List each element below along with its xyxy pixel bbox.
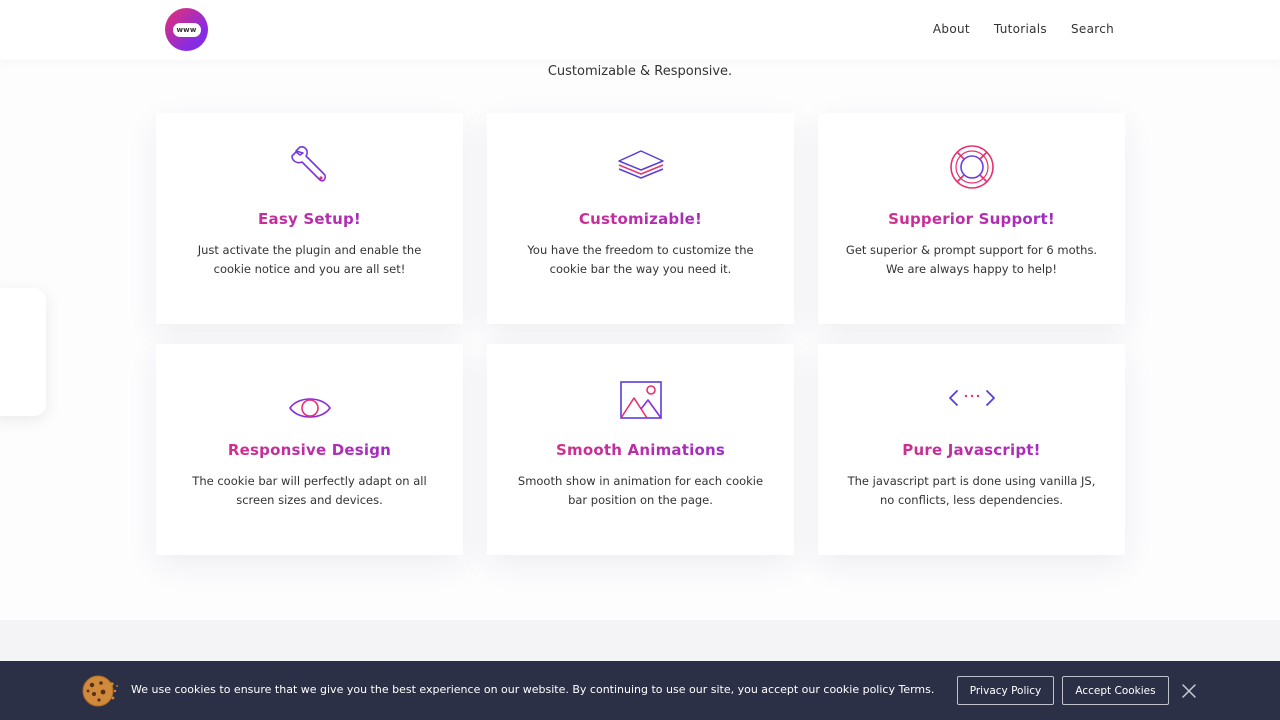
cookie-consent-bar: We use cookies to ensure that we give yo…: [0, 661, 1280, 720]
site-logo[interactable]: www: [165, 8, 208, 51]
feature-card-support: Supperior Support! Get superior & prompt…: [818, 113, 1125, 324]
feature-description: Just activate the plugin and enable the …: [197, 243, 422, 276]
lifebuoy-icon: [818, 143, 1125, 191]
code-icon: [818, 374, 1125, 422]
feature-description: You have the freedom to customize the co…: [527, 243, 754, 276]
section-subtitle: Customizable & Responsive.: [547, 64, 733, 79]
cookie-icon: [80, 673, 120, 709]
feature-title: Easy Setup!: [156, 210, 463, 228]
nav-link-tutorials[interactable]: Tutorials: [994, 22, 1047, 36]
side-panel-tab[interactable]: [0, 288, 46, 416]
feature-title: Supperior Support!: [818, 210, 1125, 228]
feature-title: Responsive Design: [156, 441, 463, 459]
feature-description: Smooth show in animation for each cookie…: [517, 474, 764, 507]
layers-icon: [487, 143, 794, 191]
feature-card-customizable: Customizable! You have the freedom to cu…: [487, 113, 794, 324]
feature-description: The javascript part is done using vanill…: [847, 474, 1096, 507]
nav-link-search[interactable]: Search: [1071, 22, 1114, 36]
feature-card-responsive: Responsive Design The cookie bar will pe…: [156, 344, 463, 555]
feature-card-easy-setup: Easy Setup! Just activate the plugin and…: [156, 113, 463, 324]
wrench-icon: [156, 143, 463, 191]
feature-title: Smooth Animations: [487, 441, 794, 459]
main-nav: About Tutorials Search: [933, 22, 1114, 36]
nav-link-about[interactable]: About: [933, 22, 970, 36]
footer-band: [0, 620, 1280, 662]
cookie-message: We use cookies to ensure that we give yo…: [131, 683, 935, 696]
feature-description: Get superior & prompt support for 6 moth…: [845, 243, 1098, 276]
logo-text: www: [172, 22, 201, 37]
feature-card-animations: Smooth Animations Smooth show in animati…: [487, 344, 794, 555]
site-header: www About Tutorials Search: [0, 0, 1280, 60]
feature-card-javascript: Pure Javascript! The javascript part is …: [818, 344, 1125, 555]
privacy-policy-button[interactable]: Privacy Policy: [957, 676, 1054, 705]
close-icon[interactable]: [1181, 683, 1197, 699]
feature-title: Pure Javascript!: [818, 441, 1125, 459]
accept-cookies-button[interactable]: Accept Cookies: [1062, 676, 1169, 705]
eye-icon: [156, 374, 463, 422]
feature-description: The cookie bar will perfectly adapt on a…: [192, 474, 427, 507]
image-icon: [487, 374, 794, 422]
feature-title: Customizable!: [487, 210, 794, 228]
